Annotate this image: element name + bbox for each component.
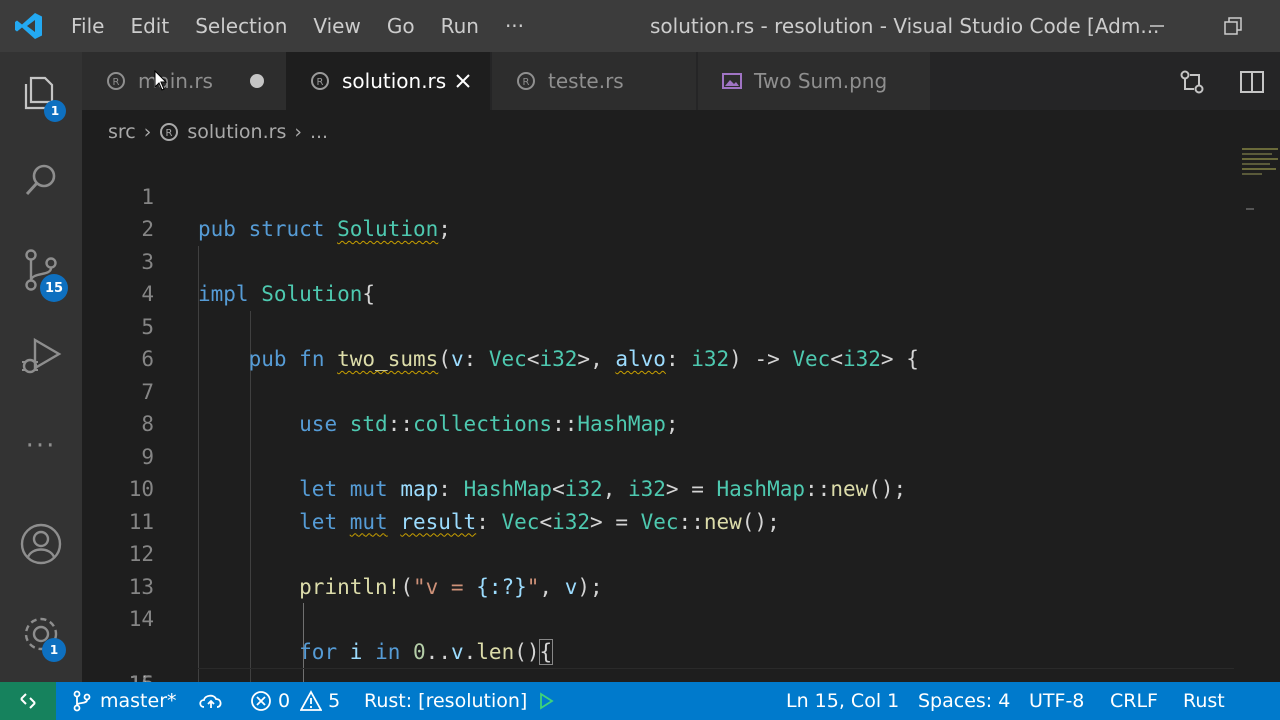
problems-status[interactable]: 0 5 bbox=[250, 682, 340, 720]
tab-two-sum-png[interactable]: Two Sum.png bbox=[698, 52, 930, 110]
rust-project-status[interactable]: Rust: [resolution] bbox=[364, 682, 555, 720]
code-line: println!("map = {:?}", map); bbox=[82, 668, 1240, 682]
menu-selection[interactable]: Selection bbox=[182, 0, 300, 52]
menu-go[interactable]: Go bbox=[374, 0, 428, 52]
tab-label: solution.rs bbox=[342, 69, 447, 93]
chevron-right-icon: › bbox=[143, 121, 152, 143]
rust-icon: R bbox=[160, 123, 179, 141]
remote-indicator-icon[interactable] bbox=[0, 682, 56, 720]
breadcrumb-folder[interactable]: src bbox=[108, 121, 136, 143]
code-line: 4 bbox=[82, 246, 1240, 306]
code-line: 9 let mut map: HashMap<i32, i32> = HashM… bbox=[82, 408, 1240, 502]
split-editor-icon[interactable] bbox=[1238, 68, 1266, 96]
rust-icon: R bbox=[517, 72, 535, 90]
explorer-badge: 1 bbox=[44, 100, 66, 122]
code-line: 12 println!("v = {:?}", v); bbox=[82, 506, 1240, 599]
restore-button[interactable] bbox=[1208, 0, 1258, 52]
play-icon[interactable] bbox=[537, 692, 555, 710]
account-icon[interactable] bbox=[0, 512, 82, 576]
title-bar: File Edit Selection View Go Run ··· solu… bbox=[0, 0, 1280, 52]
code-line: 6 bbox=[82, 311, 1240, 371]
window-title: solution.rs - resolution - Visual Studio… bbox=[650, 14, 1160, 38]
source-control-badge: 15 bbox=[40, 274, 68, 302]
language-mode[interactable]: Rust bbox=[1183, 682, 1225, 720]
code-line: 1 pub struct Solution; bbox=[82, 148, 1240, 242]
code-line: 8 bbox=[82, 376, 1240, 436]
unsaved-dot-icon[interactable] bbox=[250, 74, 264, 88]
code-line: 7 use std::collections::HashMap; bbox=[82, 343, 1240, 437]
git-branch-icon bbox=[73, 690, 91, 712]
tab-teste-rs[interactable]: R teste.rs bbox=[492, 52, 696, 110]
warning-count: 5 bbox=[328, 690, 341, 712]
error-icon bbox=[251, 691, 271, 711]
more-views-icon[interactable]: ··· bbox=[0, 414, 82, 478]
chevron-right-icon: › bbox=[294, 121, 302, 143]
activity-bar: 1 15 ··· 1 bbox=[0, 52, 82, 682]
branch-status[interactable]: master* bbox=[72, 682, 177, 720]
code-line: 14 for i in 0..v.len(){ bbox=[82, 571, 1240, 665]
svg-text:R: R bbox=[113, 77, 120, 88]
indentation-status[interactable]: Spaces: 4 bbox=[918, 682, 1010, 720]
encoding-status[interactable]: UTF-8 bbox=[1029, 682, 1084, 720]
error-count: 0 bbox=[278, 690, 291, 712]
menu-run[interactable]: Run bbox=[428, 0, 492, 52]
status-bar: master* 0 5 Rust: [resolution] Ln 15, Co… bbox=[0, 682, 1280, 720]
minimap[interactable] bbox=[1240, 148, 1280, 228]
breadcrumb-file[interactable]: solution.rs bbox=[187, 121, 286, 143]
rust-icon: R bbox=[107, 72, 125, 90]
svg-text:R: R bbox=[523, 77, 530, 88]
settings-badge: 1 bbox=[42, 638, 66, 662]
menu-edit[interactable]: Edit bbox=[117, 0, 182, 52]
code-line: 2 bbox=[82, 181, 1240, 241]
code-line: 3 impl Solution{ bbox=[82, 213, 1240, 307]
compare-changes-icon[interactable] bbox=[1178, 68, 1206, 96]
search-icon[interactable] bbox=[0, 148, 82, 212]
tab-bar: R main.rs R solution.rs R teste.rs Two S… bbox=[82, 52, 1280, 110]
tab-solution-rs[interactable]: R solution.rs bbox=[286, 52, 490, 110]
manage-gear-icon[interactable]: 1 bbox=[0, 602, 82, 666]
minimize-button[interactable] bbox=[1132, 0, 1182, 52]
mouse-cursor-icon bbox=[154, 70, 168, 91]
breadcrumb-more[interactable]: ... bbox=[310, 121, 328, 143]
tab-label: Two Sum.png bbox=[754, 69, 888, 93]
image-icon bbox=[722, 73, 742, 89]
eol-status[interactable]: CRLF bbox=[1110, 682, 1158, 720]
close-icon[interactable] bbox=[452, 70, 474, 92]
sync-icon[interactable] bbox=[198, 682, 224, 720]
breadcrumb: src › R solution.rs › ... bbox=[108, 118, 328, 146]
code-line: 16 map.insert(v[i], i as i32); bbox=[82, 636, 1240, 682]
code-line: 5 pub fn two_sums(v: Vec<i32>, alvo: i32… bbox=[82, 278, 1240, 372]
tab-label: teste.rs bbox=[548, 69, 624, 93]
menu-file[interactable]: File bbox=[58, 0, 117, 52]
explorer-icon[interactable]: 1 bbox=[0, 60, 82, 124]
svg-text:R: R bbox=[317, 77, 324, 88]
menu-view[interactable]: View bbox=[300, 0, 373, 52]
menu-more[interactable]: ··· bbox=[492, 0, 537, 52]
code-editor[interactable]: 1 pub struct Solution; 2 3 impl Solution… bbox=[82, 148, 1240, 682]
code-line-current: 15 bbox=[82, 603, 1240, 682]
svg-text:R: R bbox=[166, 128, 173, 139]
branch-name: master* bbox=[100, 690, 177, 712]
vscode-logo-icon bbox=[0, 0, 58, 52]
tab-label: main.rs bbox=[138, 69, 213, 93]
code-line: 13 bbox=[82, 538, 1240, 599]
run-debug-icon[interactable] bbox=[0, 324, 82, 388]
menu-bar: File Edit Selection View Go Run ··· bbox=[58, 0, 537, 52]
cursor-position[interactable]: Ln 15, Col 1 bbox=[786, 682, 899, 720]
code-line: 11 bbox=[82, 473, 1240, 534]
warning-icon bbox=[300, 690, 323, 711]
rust-icon: R bbox=[311, 72, 329, 90]
rust-project-label: Rust: [resolution] bbox=[364, 690, 528, 712]
source-control-icon[interactable]: 15 bbox=[0, 238, 82, 302]
tab-main-rs[interactable]: R main.rs bbox=[82, 52, 286, 110]
code-line: 10 let mut result: Vec<i32> = Vec::new()… bbox=[82, 441, 1240, 534]
